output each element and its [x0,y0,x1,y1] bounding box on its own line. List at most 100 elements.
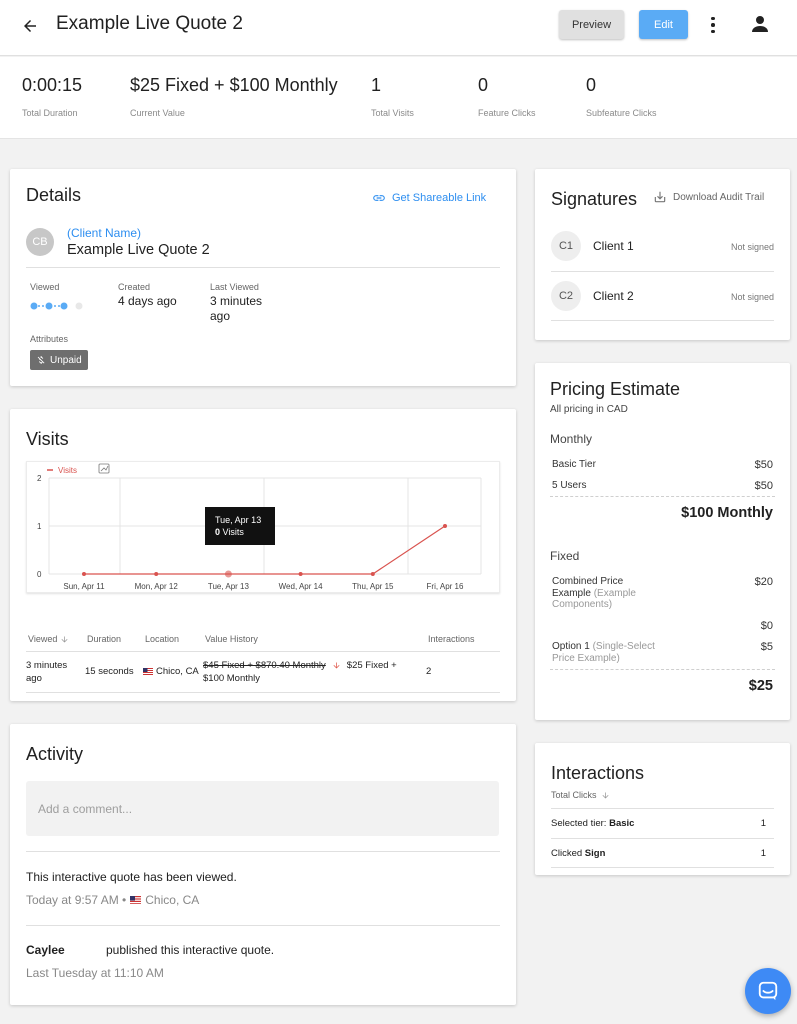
pricing-card: Pricing Estimate All pricing in CAD Mont… [535,363,790,720]
new-value: $25 Fixed + [346,660,397,671]
stat-total-visits: 1 Total Visits [371,75,414,118]
download-label: Download Audit Trail [673,191,765,203]
top-bar: Example Live Quote 2 Preview Edit [0,0,797,56]
us-flag-icon [143,668,153,675]
created-label: Created [118,282,151,292]
row-location: Chico, CA [143,666,199,677]
get-shareable-link[interactable]: Get Shareable Link [372,191,486,205]
column-header-value-history: Value History [205,634,258,644]
legend-label: Visits [58,466,77,475]
fixed-item-name: Combined Price [552,576,624,587]
fixed-item-option: Option 1 (Single-Select Price Example) [552,641,672,664]
row-duration: 15 seconds [85,666,134,677]
data-point [298,572,303,576]
stat-value: 0 [586,75,597,95]
interaction-count: 1 [760,818,766,829]
arrow-down-icon [333,662,340,669]
stat-label: Total Visits [371,108,414,118]
signer-avatar: C2 [551,281,581,311]
column-header-interactions: Interactions [428,634,475,644]
stat-label: Current Value [130,108,185,118]
details-title: Details [26,185,82,205]
divider [26,851,500,852]
line-item-price: $5 [760,641,773,653]
visits-title: Visits [26,429,69,449]
badge-label: Unpaid [50,354,82,366]
monthly-label: Monthly [550,432,593,446]
x-tick-label: Thu, Apr 15 [352,582,394,591]
signer-status: Not signed [730,242,774,252]
interaction-target: Sign [584,848,606,859]
viewed-label: Viewed [30,282,60,292]
interaction-item: Selected tier: Basic [551,818,634,829]
sort-total-clicks[interactable]: Total Clicks [551,790,610,800]
pricing-title: Pricing Estimate [550,379,681,399]
divider [551,867,774,868]
last-viewed-line: 3 minutes [210,294,263,308]
last-viewed-line: ago [210,309,231,323]
activity-actor: Caylee [26,943,65,957]
user-account-icon[interactable] [748,12,772,36]
divider [26,267,500,268]
fixed-item-name-part: Example [552,587,591,599]
line-item-name: Basic Tier [552,459,596,470]
line-item-price: $50 [754,480,773,492]
back-arrow-icon[interactable] [18,14,42,38]
row-interactions: 2 [426,666,432,677]
chat-icon [758,981,778,1001]
created-value: 4 days ago [118,294,177,308]
edit-button[interactable]: Edit [639,10,688,39]
viewed-dots-icon [30,302,83,310]
download-audit-trail[interactable]: Download Audit Trail [653,190,764,204]
comment-input[interactable]: Add a comment... [26,781,499,836]
more-options-icon[interactable] [705,14,721,36]
stat-current-value: $25 Fixed + $100 Monthly Current Value [130,75,338,118]
fixed-item-sub: (Example [593,587,636,599]
stat-label: Feature Clicks [478,108,536,118]
last-viewed-label: Last Viewed [210,282,259,292]
row-viewed-line: ago [26,673,42,684]
unpaid-badge: Unpaid [30,350,88,370]
interaction-target: Basic [609,818,635,829]
stat-label: Total Duration [22,108,78,118]
y-tick-label: 0 [37,570,42,579]
stat-value: $25 Fixed + $100 Monthly [130,75,338,95]
client-name-link[interactable]: (Client Name) [67,226,141,240]
arrow-down-icon [602,792,609,798]
stat-value: 0 [478,75,489,95]
activity-item-text: published this interactive quote. [106,943,275,957]
signer-name: Client 1 [593,239,634,253]
stat-label: Subfeature Clicks [586,108,657,118]
fixed-item-name-line: Option 1 (Single-Select [552,641,672,653]
line-item-price: $0 [760,620,773,632]
fixed-item-sub: Components) [552,599,613,610]
signer-avatar: C1 [551,231,581,261]
download-icon [654,191,666,203]
monthly-total: $100 Monthly [681,505,773,521]
tooltip-count: 0 [215,527,221,537]
row-viewed-line: 3 minutes [26,660,68,671]
data-point [370,572,375,576]
x-tick-label: Tue, Apr 13 [208,582,250,591]
chart-tooltip: Tue, Apr 13 0 Visits [205,507,275,545]
details-card: Details Get Shareable Link CB (Client Na… [10,169,516,386]
fixed-item-sub: (Single-Select [592,641,655,652]
chat-launcher-button[interactable] [745,968,791,1014]
column-header-duration: Duration [87,634,122,644]
x-tick-label: Fri, Apr 16 [427,582,464,591]
fixed-item-sub: Price Example) [552,652,620,664]
divider [551,320,774,321]
column-header-viewed[interactable]: Viewed [28,634,69,644]
preview-button[interactable]: Preview [559,10,624,39]
line-item-price: $50 [754,459,773,471]
divider [551,271,774,272]
divider [26,651,500,652]
value-history-line: $45 Fixed + $870.40 Monthly $25 Fixed + [203,659,415,672]
stat-value: 1 [371,75,382,95]
us-flag-icon [130,896,142,904]
row-viewed: 3 minutes ago [26,659,67,685]
quote-name: Example Live Quote 2 [67,242,210,258]
share-link-label: Get Shareable Link [392,192,487,204]
row-value-history: $45 Fixed + $870.40 Monthly $25 Fixed + … [203,659,415,685]
fixed-item-combined: Combined Price Example (Example Componen… [552,576,662,611]
